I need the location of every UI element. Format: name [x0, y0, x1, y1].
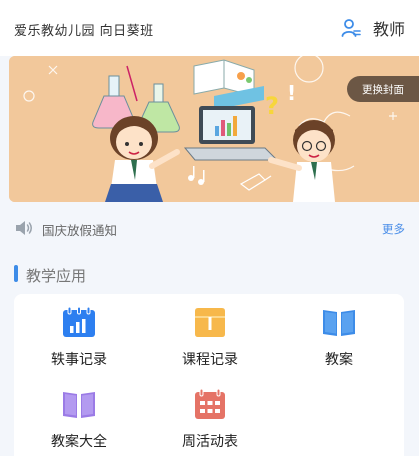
app-label[interactable]: 课程记录	[182, 349, 238, 369]
app-anecdote-record[interactable]: 轶事记录	[24, 306, 134, 376]
more-link[interactable]: 更多	[382, 221, 405, 237]
svg-text:!: !	[287, 81, 296, 105]
notice-bar[interactable]: 国庆放假通知 更多	[0, 210, 419, 246]
notice-text[interactable]: 国庆放假通知	[42, 220, 117, 239]
teaching-apps-card: 轶事记录 课程记录 教案 教案大全 周活动表	[14, 294, 404, 456]
user-switch-icon[interactable]	[341, 18, 361, 38]
app-weekly-activity[interactable]: 周活动表	[155, 388, 265, 456]
open-book-icon	[323, 310, 355, 336]
change-cover-button[interactable]: 更换封面	[347, 76, 419, 102]
app-label[interactable]: 教案	[325, 349, 353, 369]
role-label[interactable]: 教师	[373, 16, 405, 40]
school-class-name: 爱乐教幼儿园 向日葵班	[14, 24, 154, 39]
svg-text:?: ?	[265, 92, 279, 120]
calendar-grid-icon	[195, 388, 225, 419]
app-course-record[interactable]: 课程记录	[155, 306, 265, 376]
app-lesson-plan-collection[interactable]: 教案大全	[24, 388, 134, 456]
cover-banner: ? ! 更换封面	[9, 56, 419, 202]
app-label[interactable]: 周活动表	[182, 431, 238, 451]
folder-book-icon	[195, 308, 225, 337]
speaker-icon	[16, 221, 32, 235]
app-label[interactable]: 教案大全	[51, 431, 107, 451]
chart-calendar-icon	[63, 306, 95, 337]
role-switch[interactable]: 教师	[341, 16, 405, 40]
section-title: 教学应用	[26, 267, 87, 285]
top-header: 爱乐教幼儿园 向日葵班 教师	[0, 0, 419, 56]
app-lesson-plan[interactable]: 教案	[284, 306, 394, 376]
app-label[interactable]: 轶事记录	[51, 349, 107, 369]
open-book-purple-icon	[63, 392, 95, 418]
section-accent-bar	[14, 265, 18, 282]
